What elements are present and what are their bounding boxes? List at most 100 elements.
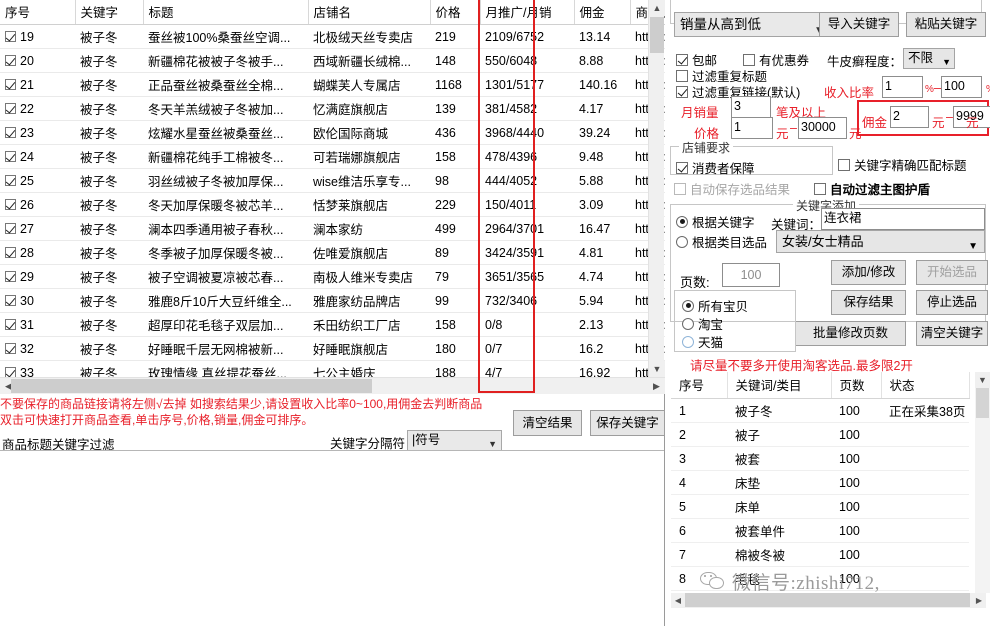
save-results-button[interactable]: 保存结果 <box>831 290 906 315</box>
kw-cell-status[interactable] <box>881 518 969 543</box>
kw-cell-pages[interactable]: 100 <box>831 518 881 543</box>
auto-save-checkbox[interactable]: 自动保存选品结果 <box>674 179 790 198</box>
income-ratio-min-input[interactable]: 1 <box>882 76 923 98</box>
cell-keyword[interactable]: 被子冬 <box>75 96 143 121</box>
cell-price[interactable]: 79 <box>430 264 480 289</box>
add-modify-button[interactable]: 添加/修改 <box>831 260 906 285</box>
kw-cell-keyword[interactable]: 被子冬 <box>727 398 831 423</box>
row-checkbox-icon[interactable] <box>5 270 16 282</box>
cell-shop[interactable]: 好睡眠旗舰店 <box>308 336 430 361</box>
list-item[interactable]: 1 被子冬 100 正在采集38页 <box>671 398 969 423</box>
price-max-input[interactable]: 30000 <box>798 117 847 139</box>
cell-price[interactable]: 139 <box>430 96 480 121</box>
grid-horizontal-scroll-thumb[interactable] <box>11 379 372 393</box>
cell-promo[interactable]: 0/7 <box>480 336 574 361</box>
cell-price[interactable]: 158 <box>430 312 480 337</box>
cell-title[interactable]: 澜本四季通用被子春秋... <box>143 216 308 241</box>
table-row[interactable]: 32被子冬好睡眠千层无网棉被新...好睡眠旗舰店1800/716.2https:… <box>0 336 665 361</box>
kw-cell-status[interactable] <box>881 494 969 519</box>
table-row[interactable]: 27被子冬澜本四季通用被子春秋...澜本家纺4992964/370116.47h… <box>0 216 665 241</box>
cell-commission[interactable]: 4.17 <box>574 96 630 121</box>
cell-index[interactable]: 33 <box>0 360 75 377</box>
cell-commission[interactable]: 5.94 <box>574 288 630 313</box>
cell-price[interactable]: 180 <box>430 336 480 361</box>
cell-commission[interactable]: 4.81 <box>574 240 630 265</box>
cell-commission[interactable]: 3.09 <box>574 192 630 217</box>
kw-cell-pages[interactable]: 100 <box>831 398 881 423</box>
cell-keyword[interactable]: 被子冬 <box>75 144 143 169</box>
exact-match-checkbox[interactable]: 关键字精确匹配标题 <box>838 155 967 174</box>
cell-price[interactable]: 98 <box>430 168 480 193</box>
pages-input[interactable]: 100 <box>722 263 780 287</box>
keyword-list-vertical-scrollbar[interactable]: ▲ ▼ <box>975 372 990 593</box>
cell-price[interactable]: 436 <box>430 120 480 145</box>
table-row[interactable]: 26被子冬冬天加厚保暖冬被芯羊...恬梦莱旗舰店229150/40113.09h… <box>0 192 665 217</box>
cell-index[interactable]: 23 <box>0 120 75 145</box>
cell-index[interactable]: 21 <box>0 72 75 97</box>
scroll-right-icon[interactable]: ▶ <box>972 593 986 607</box>
scroll-down-icon[interactable]: ▼ <box>649 361 665 377</box>
scroll-up-icon[interactable]: ▲ <box>649 0 665 16</box>
paste-keyword-button[interactable]: 粘贴关键字 <box>906 12 986 37</box>
kw-cell-status[interactable] <box>881 446 969 471</box>
cell-index[interactable]: 26 <box>0 192 75 217</box>
cell-shop[interactable]: 欧伦国际商城 <box>308 120 430 145</box>
category-select[interactable]: 女装/女士精品 ▼ <box>776 230 985 253</box>
cell-promo[interactable]: 478/4396 <box>480 144 574 169</box>
cell-commission[interactable]: 4.74 <box>574 264 630 289</box>
table-row[interactable]: 29 被子冬 被子空调被夏凉被芯春... 南极人维米专卖店 79 3651/3565 4.7… <box>0 264 665 289</box>
stop-selection-button[interactable]: 停止选品 <box>916 290 988 315</box>
keyword-task-list[interactable]: 序号 关键词/类目 页数 状态 1 被子冬 100 正在采集38页 2 被子 100 3 被套 1… <box>671 372 986 593</box>
kw-cell-index[interactable]: 8 <box>671 566 727 591</box>
kw-cell-index[interactable]: 4 <box>671 470 727 495</box>
radio-by-keyword[interactable]: 根据关键字 <box>676 212 755 231</box>
keyword-list-h-scroll-thumb[interactable] <box>685 593 970 607</box>
cell-shop[interactable]: wise维洁乐享专... <box>308 168 430 193</box>
table-row[interactable]: 20 被子冬 新疆棉花被被子冬被手... 西域新疆长绒棉... 148 550/6048 8… <box>0 48 665 73</box>
scroll-right-icon[interactable]: ▶ <box>648 378 665 394</box>
cell-title[interactable]: 炫耀水星蚕丝被桑蚕丝... <box>143 120 308 145</box>
row-checkbox-icon[interactable] <box>5 78 16 90</box>
row-checkbox-icon[interactable] <box>5 54 16 66</box>
cell-commission[interactable]: 16.47 <box>574 216 630 241</box>
cell-promo[interactable]: 381/4582 <box>480 96 574 121</box>
list-item[interactable]: 3 被套 100 <box>671 446 969 471</box>
row-checkbox-icon[interactable] <box>5 222 16 234</box>
cell-commission[interactable]: 140.16 <box>574 72 630 97</box>
cell-keyword[interactable]: 被子冬 <box>75 240 143 265</box>
cell-keyword[interactable]: 被子冬 <box>75 216 143 241</box>
cell-commission[interactable]: 16.92 <box>574 360 630 377</box>
cell-keyword[interactable]: 被子冬 <box>75 120 143 145</box>
cell-promo[interactable]: 732/3406 <box>480 288 574 313</box>
cell-title[interactable]: 蚕丝被100%桑蚕丝空调... <box>143 24 308 49</box>
row-checkbox-icon[interactable] <box>5 294 16 306</box>
cell-shop[interactable]: 南极人维米专卖店 <box>308 264 430 289</box>
cell-price[interactable]: 219 <box>430 24 480 49</box>
cell-index[interactable]: 24 <box>0 144 75 169</box>
commission-min-input[interactable]: 2 <box>890 106 929 128</box>
kw-cell-pages[interactable]: 100 <box>831 542 881 567</box>
clear-keywords-button[interactable]: 清空关键字 <box>916 321 988 346</box>
scroll-left-icon[interactable]: ◀ <box>671 593 685 607</box>
cell-index[interactable]: 22 <box>0 96 75 121</box>
cell-keyword[interactable]: 被子冬 <box>75 192 143 217</box>
kw-cell-keyword[interactable]: 被套单件 <box>727 518 831 543</box>
cell-title[interactable]: 新疆棉花纯手工棉被冬... <box>143 144 308 169</box>
cell-promo[interactable]: 3424/3591 <box>480 240 574 265</box>
cell-index[interactable]: 29 <box>0 264 75 289</box>
kw-cell-status[interactable] <box>881 470 969 495</box>
list-item[interactable]: 4 床垫 100 <box>671 470 969 495</box>
list-item[interactable]: 5 床单 100 <box>671 494 969 519</box>
cell-index[interactable]: 19 <box>0 24 75 49</box>
kw-cell-keyword[interactable]: 床单 <box>727 494 831 519</box>
scroll-down-icon[interactable]: ▼ <box>975 372 990 388</box>
radio-tmall[interactable]: 天猫 <box>682 332 723 351</box>
row-checkbox-icon[interactable] <box>5 342 16 354</box>
kw-cell-index[interactable]: 1 <box>671 398 727 423</box>
cell-commission[interactable]: 39.24 <box>574 120 630 145</box>
cell-index[interactable]: 31 <box>0 312 75 337</box>
cell-index[interactable]: 32 <box>0 336 75 361</box>
cell-shop[interactable]: 忆满庭旗舰店 <box>308 96 430 121</box>
cell-keyword[interactable]: 被子冬 <box>75 264 143 289</box>
kw-cell-keyword[interactable]: 被套 <box>727 446 831 471</box>
